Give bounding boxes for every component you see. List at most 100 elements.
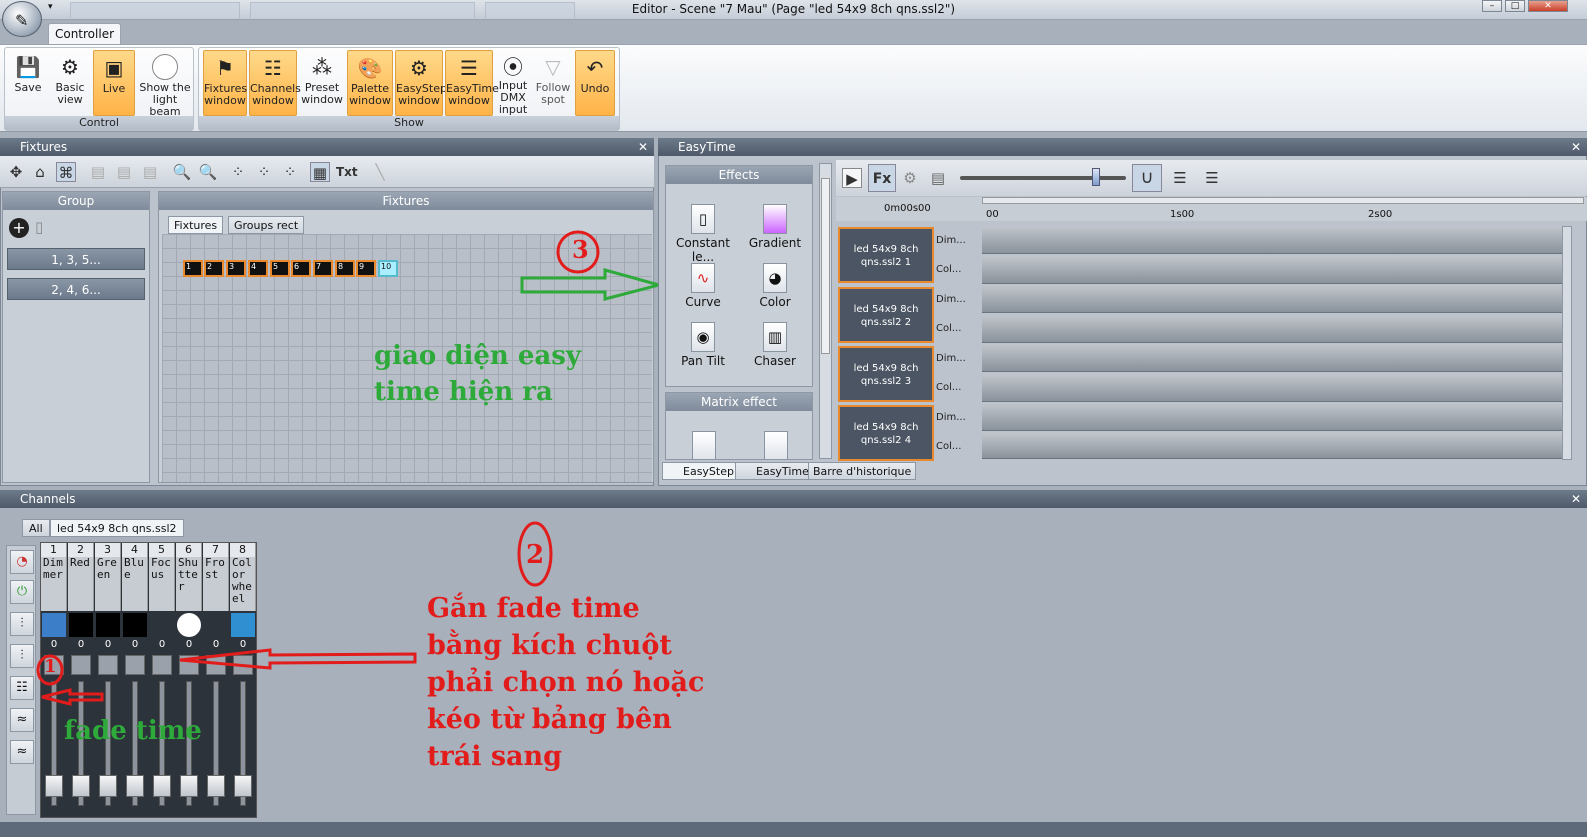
grid-medium-icon[interactable]: ⁘ bbox=[254, 162, 274, 182]
add-fixture-icon[interactable]: ▤ bbox=[88, 162, 108, 182]
fixture-icon[interactable]: 1 bbox=[183, 260, 203, 277]
close-icon[interactable]: ✕ bbox=[1571, 490, 1581, 508]
matrix-effect-icon[interactable] bbox=[764, 431, 788, 459]
fader-knob[interactable] bbox=[153, 775, 171, 797]
timeline-track[interactable] bbox=[982, 226, 1562, 254]
timeline-track[interactable] bbox=[982, 433, 1562, 459]
fader-knob[interactable] bbox=[234, 775, 252, 797]
fader-knob[interactable] bbox=[72, 775, 90, 797]
timeline-scrollbar-vertical[interactable] bbox=[1562, 226, 1572, 460]
tab-groups-rect[interactable]: Groups rect bbox=[228, 216, 305, 234]
fader-knob[interactable] bbox=[180, 775, 198, 797]
ctrl-select-icon[interactable]: ⌘ bbox=[56, 162, 76, 182]
input-dmx-button[interactable]: ⦿ Input DMX input bbox=[495, 50, 531, 116]
tab-history[interactable]: Barre d'historique bbox=[808, 462, 917, 480]
effect-constant-level[interactable]: ▯ Constant le... bbox=[668, 204, 738, 264]
fixture-icon[interactable]: 2 bbox=[204, 260, 224, 277]
zoom-in-icon[interactable]: 🔍 bbox=[172, 162, 192, 182]
maximize-icon[interactable]: □ bbox=[1505, 0, 1525, 12]
zoom-slider[interactable] bbox=[960, 176, 1126, 180]
grid-small-icon[interactable]: ⁘ bbox=[280, 162, 300, 182]
fader-knob[interactable] bbox=[99, 775, 117, 797]
ribbon-tab-controller[interactable]: Controller bbox=[48, 23, 121, 45]
matrix-effect-icon[interactable] bbox=[692, 431, 716, 459]
zoom-out-icon[interactable]: 🔍 bbox=[198, 162, 218, 182]
timeline-track[interactable] bbox=[982, 256, 1562, 284]
group-item[interactable]: 1, 3, 5... bbox=[7, 248, 145, 270]
easytime-window-button[interactable]: ☰ EasyTime window bbox=[445, 50, 499, 116]
background-tab[interactable] bbox=[485, 2, 575, 18]
fixture-icon[interactable]: 9 bbox=[356, 260, 376, 277]
quick-access-dropdown-icon[interactable]: ▾ bbox=[48, 2, 53, 12]
fader-knob[interactable] bbox=[207, 775, 225, 797]
tab-easytime[interactable]: EasyTime bbox=[735, 462, 814, 480]
fixtures-window-button[interactable]: ⚑ Fixtures window bbox=[203, 50, 247, 116]
track-fixture-label[interactable]: led 54x9 8ch qns.ssl2 1 bbox=[838, 227, 934, 283]
easystep-window-button[interactable]: ⚙ EasyStep window bbox=[395, 50, 447, 116]
timeline-track[interactable] bbox=[982, 285, 1562, 313]
effect-color[interactable]: ◕ Color bbox=[740, 263, 810, 309]
fixture-icon[interactable]: 7 bbox=[313, 260, 333, 277]
fixture-icon-selected[interactable]: 10 bbox=[378, 260, 398, 277]
settings-icon[interactable]: ▤ bbox=[928, 168, 948, 188]
background-tab[interactable] bbox=[250, 2, 475, 18]
effect-gradient[interactable]: Gradient bbox=[740, 204, 810, 250]
fixture-icon[interactable]: 8 bbox=[335, 260, 355, 277]
magnet-icon[interactable]: ∪ bbox=[1132, 164, 1162, 192]
edit-fixture-icon[interactable]: ▤ bbox=[114, 162, 134, 182]
show-light-beam-button[interactable]: Show the light beam bbox=[137, 50, 193, 118]
track-fixture-label[interactable]: led 54x9 8ch qns.ssl2 2 bbox=[838, 287, 934, 343]
tab-easystep[interactable]: EasyStep bbox=[662, 462, 739, 480]
add-group-icon[interactable]: + bbox=[9, 218, 29, 238]
txt-button[interactable]: Txt bbox=[336, 162, 358, 182]
timeline-scrollbar[interactable] bbox=[982, 197, 1584, 204]
minimize-icon[interactable]: – bbox=[1482, 0, 1502, 12]
close-icon[interactable]: ✕ bbox=[1571, 138, 1581, 156]
timeline-track[interactable] bbox=[982, 315, 1562, 343]
timeline-track[interactable] bbox=[982, 403, 1562, 431]
save-button[interactable]: 💾 Save bbox=[9, 50, 47, 116]
move-icon[interactable]: ✥ bbox=[6, 162, 26, 182]
follow-spot-button[interactable]: ▽ Follow spot bbox=[533, 50, 573, 116]
fixture-icon[interactable]: 5 bbox=[270, 260, 290, 277]
fixture-icon[interactable]: 4 bbox=[248, 260, 268, 277]
track-fixture-label[interactable]: led 54x9 8ch qns.ssl2 3 bbox=[838, 346, 934, 402]
palette-window-button[interactable]: 🎨 Palette window bbox=[347, 50, 393, 116]
fader-knob[interactable] bbox=[45, 775, 63, 797]
expand-icon[interactable]: ☰ bbox=[1170, 168, 1190, 188]
basic-view-button[interactable]: ⚙ Basic view bbox=[49, 50, 91, 116]
mouse-icon[interactable]: ⌂ bbox=[30, 162, 50, 182]
background-tab[interactable] bbox=[70, 2, 240, 18]
fixture-icon[interactable]: 6 bbox=[291, 260, 311, 277]
fixture-icon[interactable]: 3 bbox=[226, 260, 246, 277]
play-icon[interactable]: ▶ bbox=[842, 168, 862, 188]
fx-icon[interactable]: Fx bbox=[868, 164, 896, 192]
channels-window-button[interactable]: ☷ Channels window bbox=[249, 50, 301, 116]
close-icon[interactable]: ✕ bbox=[638, 138, 648, 156]
preset-window-button[interactable]: ⁂ Preset window bbox=[299, 50, 345, 116]
fader-knob[interactable] bbox=[126, 775, 144, 797]
curve-tool-2-icon[interactable]: ≈ bbox=[10, 740, 34, 764]
timeline-track[interactable] bbox=[982, 344, 1562, 372]
group-edit-icon[interactable]: ▯ bbox=[35, 218, 55, 238]
grid-large-icon[interactable]: ⁘ bbox=[228, 162, 248, 182]
close-icon[interactable]: ✕ bbox=[1528, 0, 1568, 12]
effect-pan-tilt[interactable]: ◉ Pan Tilt bbox=[668, 322, 738, 368]
zoom-slider-thumb[interactable] bbox=[1092, 168, 1100, 186]
scrollbar-thumb[interactable] bbox=[821, 178, 830, 354]
gear-icon[interactable]: ⚙ bbox=[900, 168, 920, 188]
app-menu-button[interactable]: ✎ bbox=[2, 1, 42, 37]
track-fixture-label[interactable]: led 54x9 8ch qns.ssl2 4 bbox=[838, 405, 934, 461]
effect-curve[interactable]: ∿ Curve bbox=[668, 263, 738, 309]
effects-scrollbar[interactable] bbox=[819, 163, 832, 459]
tab-fixtures[interactable]: Fixtures bbox=[168, 216, 224, 234]
timeline-track[interactable] bbox=[982, 374, 1562, 402]
effect-chaser[interactable]: ▥ Chaser bbox=[740, 322, 810, 368]
wand-icon[interactable]: ╲ bbox=[370, 162, 390, 182]
undo-button[interactable]: ↶ Undo bbox=[575, 50, 615, 116]
group-item[interactable]: 2, 4, 6... bbox=[7, 278, 145, 300]
list-view-icon[interactable]: ▦ bbox=[310, 162, 330, 182]
remove-fixture-icon[interactable]: ▤ bbox=[140, 162, 160, 182]
live-button[interactable]: ▣ Live bbox=[93, 50, 135, 116]
time-ruler[interactable]: 0m00s00 00 1s00 2s00 bbox=[836, 197, 1587, 221]
